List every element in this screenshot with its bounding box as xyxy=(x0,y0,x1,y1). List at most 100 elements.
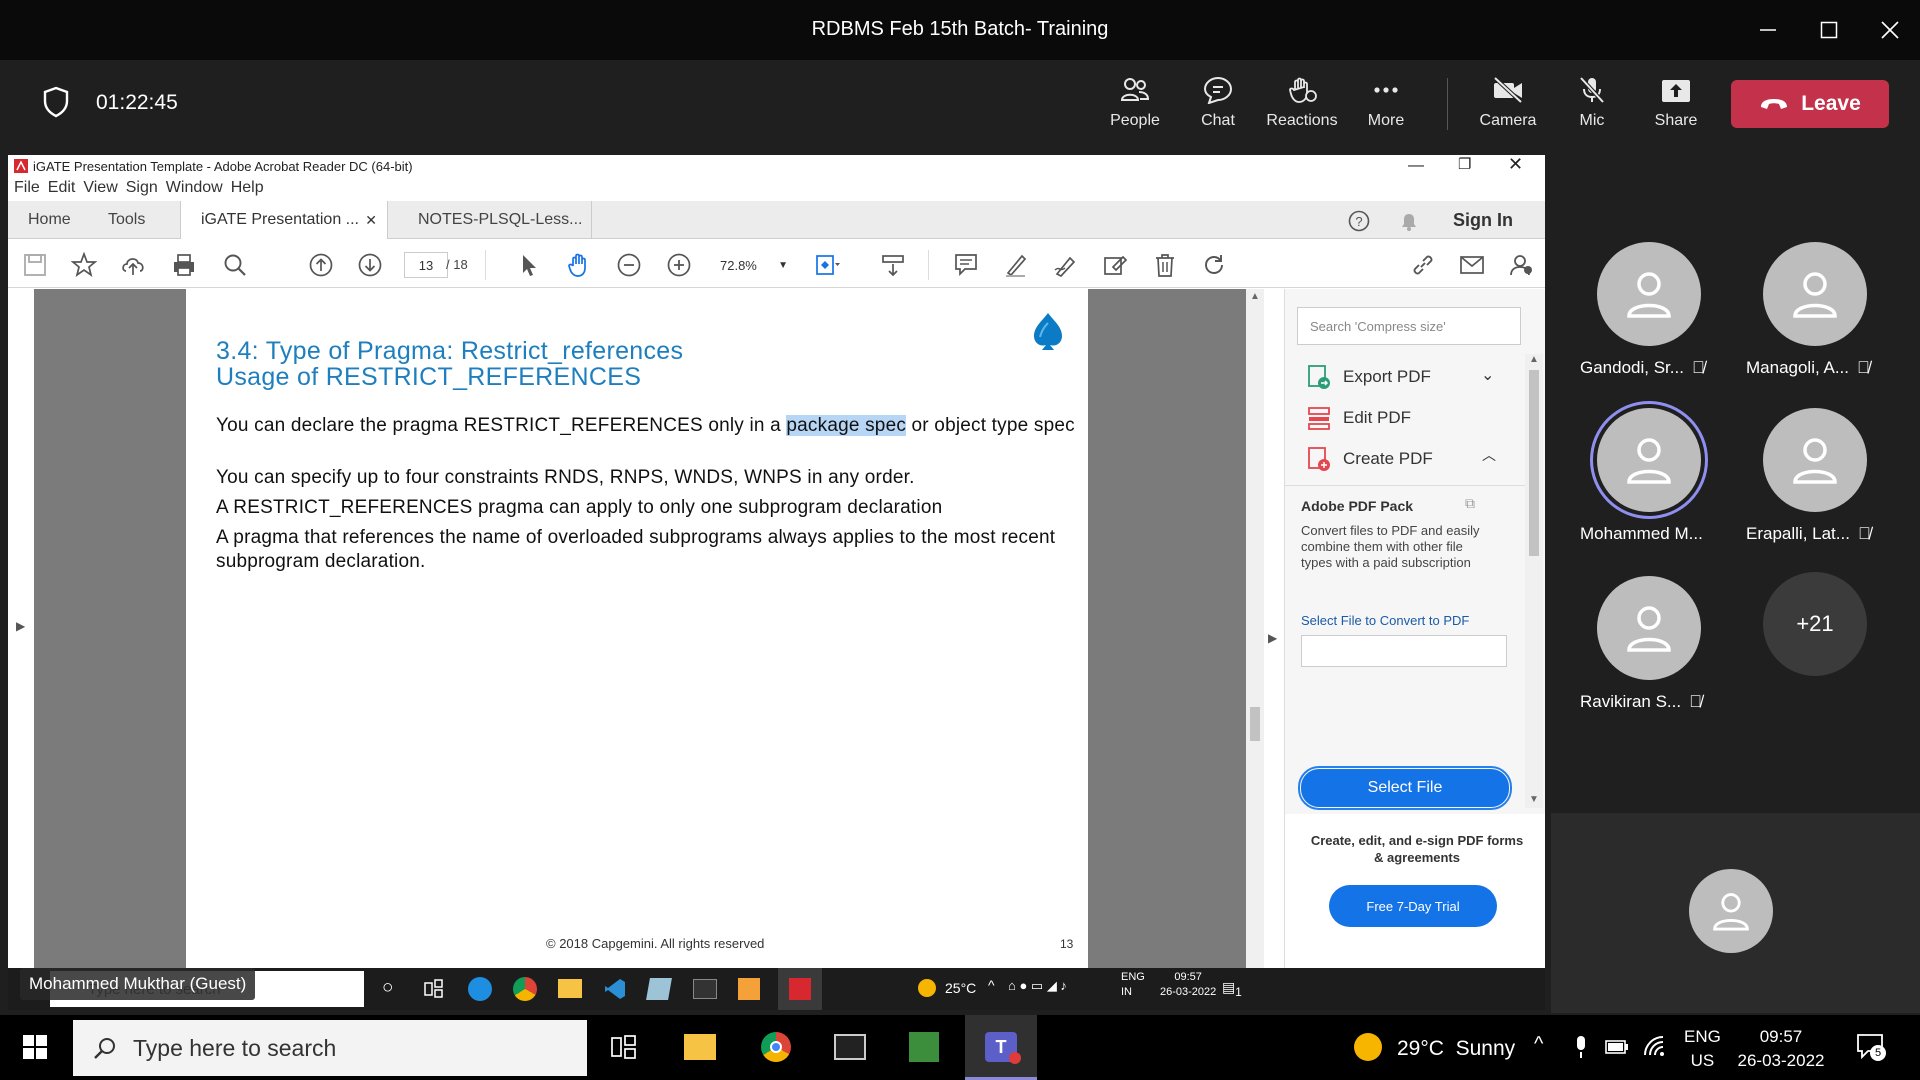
taskbar-weather[interactable]: 29°C Sunny xyxy=(1397,1037,1515,1061)
avatar[interactable] xyxy=(1689,869,1773,953)
avatar[interactable] xyxy=(1763,242,1867,346)
highlight-icon[interactable] xyxy=(1003,252,1029,278)
fit-page-icon[interactable] xyxy=(814,252,840,278)
windows-start-icon[interactable] xyxy=(23,1035,47,1059)
zoom-select[interactable]: 72.8% ▼ xyxy=(716,252,792,278)
camera-button[interactable]: Camera xyxy=(1466,76,1550,130)
share-user-icon[interactable] xyxy=(1508,252,1534,278)
upload-icon[interactable] xyxy=(120,252,146,278)
task-view-icon[interactable] xyxy=(424,979,444,999)
acrobat-restore-button[interactable]: ❐ xyxy=(1458,155,1471,173)
highlighted-text[interactable]: package spec xyxy=(786,415,907,436)
shared-notification-icon[interactable]: ▤1 xyxy=(1222,979,1242,999)
notification-center-icon[interactable]: 5 xyxy=(1856,1033,1886,1061)
panel-scroll-thumb[interactable] xyxy=(1529,370,1539,556)
menu-help[interactable]: Help xyxy=(231,179,264,197)
fill-sign-icon[interactable] xyxy=(1102,252,1128,278)
page-down-icon[interactable] xyxy=(357,252,383,278)
mic-button[interactable]: Mic xyxy=(1550,76,1634,130)
delete-icon[interactable] xyxy=(1152,252,1178,278)
zoom-in-icon[interactable] xyxy=(666,252,692,278)
terminal-icon[interactable] xyxy=(834,1034,866,1060)
chevron-down-icon[interactable]: ⌄ xyxy=(1481,365,1494,385)
menu-window[interactable]: Window xyxy=(166,179,223,197)
cortana-icon[interactable]: ○ xyxy=(382,977,393,999)
edit-pdf-item[interactable]: Edit PDF xyxy=(1307,405,1411,431)
email-icon[interactable] xyxy=(1459,252,1485,278)
chat-button[interactable]: Chat xyxy=(1176,76,1260,130)
tab-igate-presentation[interactable]: iGATE Presentation ... ✕ xyxy=(180,201,388,239)
language-indicator[interactable]: ENG US xyxy=(1684,1025,1721,1073)
teams-taskbar-item[interactable]: T xyxy=(965,1015,1037,1080)
chevron-up-icon[interactable]: ^ xyxy=(988,977,995,993)
collapse-right-pane-icon[interactable]: ▶ xyxy=(1268,631,1277,645)
tab-home[interactable]: Home xyxy=(28,201,71,239)
scroll-up-icon[interactable]: ▲ xyxy=(1529,354,1539,365)
vscode-icon[interactable] xyxy=(603,977,627,1001)
tray-icons[interactable]: ⌂ ● ▭ ◢ ♪ xyxy=(1008,978,1067,994)
search-tools-input[interactable]: Search 'Compress size' xyxy=(1297,307,1521,345)
leave-button[interactable]: Leave xyxy=(1731,80,1889,128)
menu-edit[interactable]: Edit xyxy=(48,179,76,197)
acrobat-taskbar-item[interactable] xyxy=(778,968,822,1010)
scroll-up-icon[interactable]: ▲ xyxy=(1250,291,1260,302)
select-file-button[interactable]: Select File xyxy=(1298,766,1512,810)
wifi-icon[interactable] xyxy=(1643,1035,1665,1057)
maximize-button[interactable] xyxy=(1809,12,1849,48)
sign-pen-icon[interactable] xyxy=(1053,252,1079,278)
chevron-up-icon[interactable]: ︿ xyxy=(1482,445,1496,465)
search-icon[interactable] xyxy=(222,252,248,278)
chrome-icon[interactable] xyxy=(513,977,537,1001)
file-explorer-icon[interactable] xyxy=(558,979,582,998)
close-button[interactable] xyxy=(1870,12,1910,48)
taskbar-search-box[interactable]: Type here to search xyxy=(73,1020,587,1076)
star-icon[interactable] xyxy=(71,252,97,278)
avatar-speaking[interactable] xyxy=(1597,408,1701,512)
expand-left-pane-icon[interactable]: ▶ xyxy=(16,619,25,633)
microphone-icon[interactable] xyxy=(1573,1035,1589,1059)
share-button[interactable]: Share xyxy=(1634,76,1718,130)
create-pdf-item[interactable]: Create PDF xyxy=(1307,446,1433,472)
avatar[interactable] xyxy=(1597,576,1701,680)
page-number-input[interactable]: 13 xyxy=(404,252,448,278)
chevron-up-icon[interactable]: ^ xyxy=(1534,1033,1543,1056)
file-explorer-icon[interactable] xyxy=(684,1034,716,1060)
select-cursor-icon[interactable] xyxy=(516,252,542,278)
chrome-icon[interactable] xyxy=(761,1032,791,1062)
app-icon[interactable] xyxy=(646,978,672,1000)
edge-icon[interactable] xyxy=(468,977,492,1001)
comment-icon[interactable] xyxy=(953,252,979,278)
sublime-icon[interactable] xyxy=(738,978,760,1000)
image-app-icon[interactable] xyxy=(909,1032,939,1062)
sign-in-button[interactable]: Sign In xyxy=(1453,210,1513,231)
acrobat-close-button[interactable]: ✕ xyxy=(1508,155,1523,175)
document-scrollbar[interactable]: ▲ ▼ xyxy=(1246,289,1264,989)
menu-sign[interactable]: Sign xyxy=(126,179,158,197)
taskbar-clock[interactable]: 09:57 26-03-2022 xyxy=(1736,1025,1826,1073)
tab-close-icon[interactable]: ✕ xyxy=(365,212,377,229)
scroll-thumb[interactable] xyxy=(1250,707,1260,741)
avatar[interactable] xyxy=(1763,408,1867,512)
minimize-button[interactable] xyxy=(1748,12,1788,48)
rotate-icon[interactable] xyxy=(1201,252,1227,278)
page-up-icon[interactable] xyxy=(308,252,334,278)
tab-notes-plsql[interactable]: NOTES-PLSQL-Less... xyxy=(388,201,592,239)
terminal-icon[interactable] xyxy=(693,979,717,999)
print-icon[interactable] xyxy=(171,252,197,278)
task-view-icon[interactable] xyxy=(611,1035,637,1059)
menu-file[interactable]: File xyxy=(14,179,40,197)
avatar[interactable] xyxy=(1597,242,1701,346)
panel-scrollbar[interactable]: ▲ ▼ xyxy=(1525,354,1543,808)
save-icon[interactable] xyxy=(22,252,48,278)
export-pdf-item[interactable]: Export PDF xyxy=(1307,364,1431,390)
bell-icon[interactable] xyxy=(1398,210,1420,232)
tab-tools[interactable]: Tools xyxy=(108,201,145,239)
menu-view[interactable]: View xyxy=(83,179,117,197)
reactions-button[interactable]: Reactions xyxy=(1260,76,1344,130)
acrobat-minimize-button[interactable]: — xyxy=(1408,157,1424,175)
battery-icon[interactable] xyxy=(1605,1039,1629,1055)
help-icon[interactable]: ? xyxy=(1348,210,1370,232)
scroll-down-icon[interactable]: ▼ xyxy=(1529,794,1539,805)
more-participants-button[interactable]: +21 xyxy=(1763,572,1867,676)
zoom-out-icon[interactable] xyxy=(616,252,642,278)
